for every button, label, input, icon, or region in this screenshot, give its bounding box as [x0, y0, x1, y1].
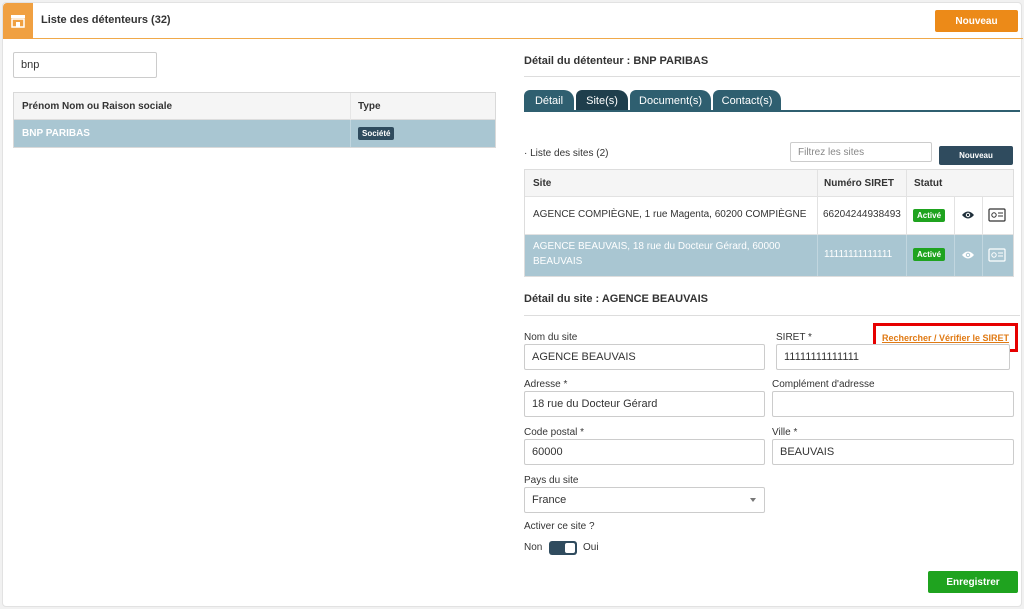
new-site-button[interactable]: Nouveau — [939, 146, 1013, 165]
country-label: Pays du site — [524, 475, 579, 486]
site-name-line2: BEAUVAIS — [533, 256, 583, 267]
activate-site-toggle[interactable] — [549, 541, 577, 555]
status-badge: Activé — [913, 209, 946, 222]
page-header: Liste des détenteurs (32) Nouveau — [3, 3, 1023, 39]
table-header: Prénom Nom ou Raison sociale Type — [14, 93, 495, 120]
tab-contacts[interactable]: Contact(s) — [713, 90, 781, 111]
site-name-line1: AGENCE BEAUVAIS, 18 rue du Docteur Gérar… — [533, 241, 781, 252]
site-name: AGENCE COMPIÈGNE, 1 rue Magenta, 60200 C… — [533, 209, 807, 220]
holder-detail-title: Détail du détenteur : BNP PARIBAS — [524, 55, 709, 67]
app-frame: Liste des détenteurs (32) Nouveau bnp Pr… — [2, 2, 1023, 607]
address-complement-label: Complément d'adresse — [772, 379, 875, 390]
eye-icon[interactable] — [961, 209, 975, 224]
site-name-label: Nom du site — [524, 332, 578, 343]
column-divider — [817, 197, 818, 234]
column-divider — [982, 197, 983, 234]
tab-sites[interactable]: Site(s) — [576, 90, 628, 111]
column-divider — [954, 197, 955, 234]
address-complement-input[interactable] — [772, 391, 1014, 417]
toggle-off-label: Non — [524, 542, 543, 553]
edit-card-icon[interactable] — [988, 208, 1006, 225]
save-button[interactable]: Enregistrer — [928, 571, 1018, 593]
column-divider — [906, 170, 907, 196]
search-input[interactable]: bnp — [13, 52, 157, 78]
postal-code-input[interactable]: 60000 — [524, 439, 765, 465]
siret-label: SIRET * — [776, 332, 812, 343]
table-row[interactable]: BNP PARIBAS Société — [14, 120, 495, 147]
tab-documents[interactable]: Document(s) — [630, 90, 711, 111]
new-holder-button[interactable]: Nouveau — [935, 10, 1018, 32]
toggle-on-label: Oui — [583, 542, 599, 553]
address-input[interactable]: 18 rue du Docteur Gérard — [524, 391, 765, 417]
status-badge: Activé — [913, 248, 946, 261]
tabs-underline — [524, 110, 1020, 112]
column-header-name[interactable]: Prénom Nom ou Raison sociale — [22, 101, 172, 112]
postal-code-label: Code postal * — [524, 427, 585, 438]
activate-site-label: Activer ce site ? — [524, 521, 595, 532]
column-divider — [350, 120, 351, 147]
table-row[interactable]: AGENCE BEAUVAIS, 18 rue du Docteur Gérar… — [525, 235, 1013, 276]
site-siret: 11111111111111 — [824, 249, 893, 260]
holder-name: BNP PARIBAS — [22, 128, 90, 139]
site-siret: 66204244938493 — [823, 209, 901, 220]
table-row[interactable]: AGENCE COMPIÈGNE, 1 rue Magenta, 60200 C… — [525, 197, 1013, 235]
country-value: France — [532, 494, 567, 506]
column-divider — [982, 235, 983, 276]
type-badge: Société — [358, 127, 395, 140]
column-divider — [350, 93, 351, 120]
column-divider — [817, 235, 818, 276]
column-divider — [906, 235, 907, 276]
column-divider — [906, 197, 907, 234]
holders-table: Prénom Nom ou Raison sociale Type BNP PA… — [13, 92, 496, 148]
city-input[interactable]: BEAUVAIS — [772, 439, 1014, 465]
sites-filter-input[interactable]: Filtrez les sites — [790, 142, 932, 162]
sites-list-label: · Liste des sites (2) — [524, 148, 608, 159]
eye-icon[interactable] — [961, 249, 975, 264]
table-header: Site Numéro SIRET Statut — [525, 170, 1013, 197]
city-label: Ville * — [772, 427, 798, 438]
toggle-knob — [565, 543, 575, 553]
column-divider — [817, 170, 818, 196]
divider — [524, 315, 1020, 316]
column-divider — [954, 235, 955, 276]
edit-card-icon[interactable] — [988, 248, 1006, 265]
store-icon — [3, 3, 33, 39]
column-header-site[interactable]: Site — [533, 178, 551, 189]
tab-detail[interactable]: Détail — [524, 90, 574, 111]
siret-lookup-text: Rechercher / Vérifier le SIRET — [881, 332, 1010, 343]
column-header-status[interactable]: Statut — [914, 178, 942, 189]
column-header-type[interactable]: Type — [358, 101, 381, 112]
sites-count: Liste des sites (2) — [530, 148, 609, 159]
column-header-siret[interactable]: Numéro SIRET — [824, 178, 894, 189]
site-detail-title: Détail du site : AGENCE BEAUVAIS — [524, 293, 708, 305]
chevron-down-icon — [750, 498, 756, 502]
address-label: Adresse * — [524, 379, 568, 390]
page-title: Liste des détenteurs (32) — [41, 14, 171, 26]
country-select[interactable]: France — [524, 487, 765, 513]
site-name-input[interactable]: AGENCE BEAUVAIS — [524, 344, 765, 370]
divider — [524, 76, 1020, 77]
sites-table: Site Numéro SIRET Statut AGENCE COMPIÈGN… — [524, 169, 1014, 277]
siret-input[interactable]: 11111111111111 — [776, 344, 1010, 370]
